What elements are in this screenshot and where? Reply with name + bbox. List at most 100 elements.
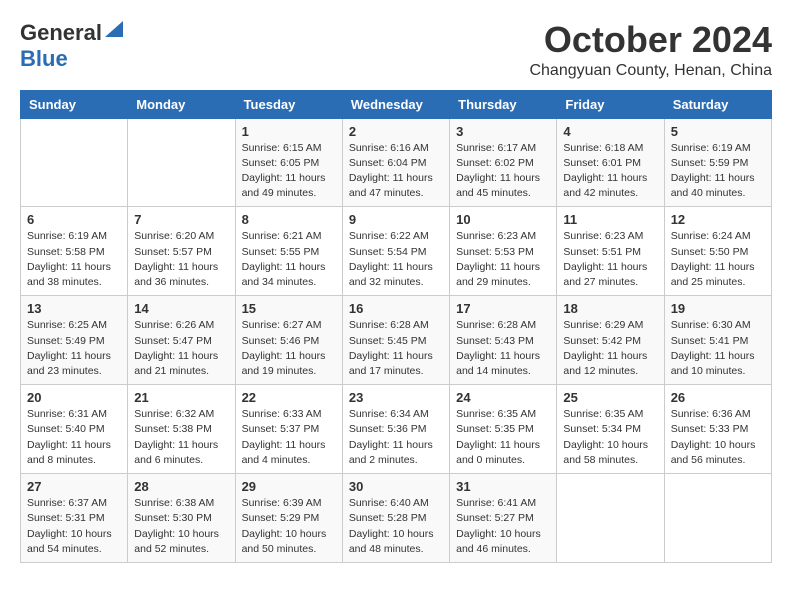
- calendar-cell: 22 Sunrise: 6:33 AM Sunset: 5:37 PM Dayli…: [235, 385, 342, 474]
- day-number: 3: [456, 124, 550, 139]
- day-number: 24: [456, 390, 550, 405]
- calendar-cell: 10 Sunrise: 6:23 AM Sunset: 5:53 PM Dayli…: [450, 207, 557, 296]
- day-number: 29: [242, 479, 336, 494]
- day-number: 1: [242, 124, 336, 139]
- calendar-cell: 14Sunrise: 6:26 AM Sunset: 5:47 PM Dayli…: [128, 296, 235, 385]
- calendar-cell: 13 Sunrise: 6:25 AM Sunset: 5:49 PM Dayli…: [21, 296, 128, 385]
- calendar-cell: 15 Sunrise: 6:27 AM Sunset: 5:46 PM Dayli…: [235, 296, 342, 385]
- calendar-cell: 18 Sunrise: 6:29 AM Sunset: 5:42 PM Dayli…: [557, 296, 664, 385]
- day-info: Sunrise: 6:39 AM Sunset: 5:29 PM Dayligh…: [242, 496, 336, 557]
- day-info: Sunrise: 6:32 AM Sunset: 5:38 PM Dayligh…: [134, 407, 228, 468]
- weekday-header-row: SundayMondayTuesdayWednesdayThursdayFrid…: [21, 90, 772, 118]
- calendar-cell: 9 Sunrise: 6:22 AM Sunset: 5:54 PM Daylig…: [342, 207, 449, 296]
- calendar-cell: 31Sunrise: 6:41 AM Sunset: 5:27 PM Dayli…: [450, 474, 557, 563]
- day-number: 14: [134, 301, 228, 316]
- weekday-saturday: Saturday: [664, 90, 771, 118]
- day-info: Sunrise: 6:23 AM Sunset: 5:53 PM Dayligh…: [456, 229, 550, 290]
- day-info: Sunrise: 6:28 AM Sunset: 5:45 PM Dayligh…: [349, 318, 443, 379]
- weekday-friday: Friday: [557, 90, 664, 118]
- day-number: 26: [671, 390, 765, 405]
- day-info: Sunrise: 6:33 AM Sunset: 5:37 PM Dayligh…: [242, 407, 336, 468]
- day-number: 28: [134, 479, 228, 494]
- day-info: Sunrise: 6:40 AM Sunset: 5:28 PM Dayligh…: [349, 496, 443, 557]
- calendar-body: 1 Sunrise: 6:15 AM Sunset: 6:05 PM Daylig…: [21, 118, 772, 562]
- day-number: 22: [242, 390, 336, 405]
- day-number: 8: [242, 212, 336, 227]
- day-info: Sunrise: 6:34 AM Sunset: 5:36 PM Dayligh…: [349, 407, 443, 468]
- day-info: Sunrise: 6:31 AM Sunset: 5:40 PM Dayligh…: [27, 407, 121, 468]
- day-number: 13: [27, 301, 121, 316]
- day-info: Sunrise: 6:23 AM Sunset: 5:51 PM Dayligh…: [563, 229, 657, 290]
- calendar-cell: [664, 474, 771, 563]
- week-row-4: 20Sunrise: 6:31 AM Sunset: 5:40 PM Dayli…: [21, 385, 772, 474]
- day-info: Sunrise: 6:29 AM Sunset: 5:42 PM Dayligh…: [563, 318, 657, 379]
- calendar-cell: [128, 118, 235, 207]
- day-number: 17: [456, 301, 550, 316]
- calendar-cell: 21Sunrise: 6:32 AM Sunset: 5:38 PM Dayli…: [128, 385, 235, 474]
- calendar-cell: 20Sunrise: 6:31 AM Sunset: 5:40 PM Dayli…: [21, 385, 128, 474]
- logo: General Blue: [20, 20, 123, 72]
- day-number: 15: [242, 301, 336, 316]
- calendar-cell: 19 Sunrise: 6:30 AM Sunset: 5:41 PM Dayli…: [664, 296, 771, 385]
- day-info: Sunrise: 6:37 AM Sunset: 5:31 PM Dayligh…: [27, 496, 121, 557]
- day-info: Sunrise: 6:38 AM Sunset: 5:30 PM Dayligh…: [134, 496, 228, 557]
- calendar-cell: 17Sunrise: 6:28 AM Sunset: 5:43 PM Dayli…: [450, 296, 557, 385]
- day-info: Sunrise: 6:27 AM Sunset: 5:46 PM Dayligh…: [242, 318, 336, 379]
- day-info: Sunrise: 6:15 AM Sunset: 6:05 PM Dayligh…: [242, 141, 336, 202]
- day-info: Sunrise: 6:22 AM Sunset: 5:54 PM Dayligh…: [349, 229, 443, 290]
- day-info: Sunrise: 6:41 AM Sunset: 5:27 PM Dayligh…: [456, 496, 550, 557]
- day-number: 19: [671, 301, 765, 316]
- calendar-cell: 28 Sunrise: 6:38 AM Sunset: 5:30 PM Dayli…: [128, 474, 235, 563]
- calendar-cell: 3Sunrise: 6:17 AM Sunset: 6:02 PM Daylig…: [450, 118, 557, 207]
- week-row-3: 13 Sunrise: 6:25 AM Sunset: 5:49 PM Dayli…: [21, 296, 772, 385]
- day-info: Sunrise: 6:35 AM Sunset: 5:34 PM Dayligh…: [563, 407, 657, 468]
- day-number: 25: [563, 390, 657, 405]
- calendar-cell: 11 Sunrise: 6:23 AM Sunset: 5:51 PM Dayli…: [557, 207, 664, 296]
- logo-arrow: [105, 21, 123, 42]
- calendar-cell: 29 Sunrise: 6:39 AM Sunset: 5:29 PM Dayli…: [235, 474, 342, 563]
- calendar-cell: 12Sunrise: 6:24 AM Sunset: 5:50 PM Dayli…: [664, 207, 771, 296]
- calendar-cell: 6 Sunrise: 6:19 AM Sunset: 5:58 PM Daylig…: [21, 207, 128, 296]
- location-title: Changyuan County, Henan, China: [529, 62, 772, 80]
- day-number: 9: [349, 212, 443, 227]
- calendar-cell: 4Sunrise: 6:18 AM Sunset: 6:01 PM Daylig…: [557, 118, 664, 207]
- calendar-cell: 5Sunrise: 6:19 AM Sunset: 5:59 PM Daylig…: [664, 118, 771, 207]
- day-number: 16: [349, 301, 443, 316]
- calendar-cell: 24 Sunrise: 6:35 AM Sunset: 5:35 PM Dayli…: [450, 385, 557, 474]
- day-info: Sunrise: 6:16 AM Sunset: 6:04 PM Dayligh…: [349, 141, 443, 202]
- month-title: October 2024: [529, 20, 772, 60]
- calendar-cell: 27 Sunrise: 6:37 AM Sunset: 5:31 PM Dayli…: [21, 474, 128, 563]
- day-number: 11: [563, 212, 657, 227]
- weekday-sunday: Sunday: [21, 90, 128, 118]
- day-number: 27: [27, 479, 121, 494]
- calendar-cell: 2Sunrise: 6:16 AM Sunset: 6:04 PM Daylig…: [342, 118, 449, 207]
- day-number: 23: [349, 390, 443, 405]
- calendar-table: SundayMondayTuesdayWednesdayThursdayFrid…: [20, 90, 772, 563]
- day-number: 30: [349, 479, 443, 494]
- day-number: 6: [27, 212, 121, 227]
- weekday-wednesday: Wednesday: [342, 90, 449, 118]
- logo-blue: Blue: [20, 46, 68, 71]
- day-info: Sunrise: 6:19 AM Sunset: 5:58 PM Dayligh…: [27, 229, 121, 290]
- day-info: Sunrise: 6:25 AM Sunset: 5:49 PM Dayligh…: [27, 318, 121, 379]
- calendar-cell: 16 Sunrise: 6:28 AM Sunset: 5:45 PM Dayli…: [342, 296, 449, 385]
- day-info: Sunrise: 6:30 AM Sunset: 5:41 PM Dayligh…: [671, 318, 765, 379]
- day-number: 18: [563, 301, 657, 316]
- day-info: Sunrise: 6:20 AM Sunset: 5:57 PM Dayligh…: [134, 229, 228, 290]
- weekday-monday: Monday: [128, 90, 235, 118]
- day-info: Sunrise: 6:18 AM Sunset: 6:01 PM Dayligh…: [563, 141, 657, 202]
- calendar-cell: [557, 474, 664, 563]
- week-row-1: 1 Sunrise: 6:15 AM Sunset: 6:05 PM Daylig…: [21, 118, 772, 207]
- calendar-cell: 26Sunrise: 6:36 AM Sunset: 5:33 PM Dayli…: [664, 385, 771, 474]
- weekday-thursday: Thursday: [450, 90, 557, 118]
- calendar-cell: 23 Sunrise: 6:34 AM Sunset: 5:36 PM Dayli…: [342, 385, 449, 474]
- day-info: Sunrise: 6:19 AM Sunset: 5:59 PM Dayligh…: [671, 141, 765, 202]
- day-info: Sunrise: 6:24 AM Sunset: 5:50 PM Dayligh…: [671, 229, 765, 290]
- calendar-cell: 30 Sunrise: 6:40 AM Sunset: 5:28 PM Dayli…: [342, 474, 449, 563]
- calendar-cell: 25 Sunrise: 6:35 AM Sunset: 5:34 PM Dayli…: [557, 385, 664, 474]
- day-number: 10: [456, 212, 550, 227]
- day-info: Sunrise: 6:35 AM Sunset: 5:35 PM Dayligh…: [456, 407, 550, 468]
- logo-general: General: [20, 20, 102, 46]
- calendar-cell: 1 Sunrise: 6:15 AM Sunset: 6:05 PM Daylig…: [235, 118, 342, 207]
- calendar-cell: 8Sunrise: 6:21 AM Sunset: 5:55 PM Daylig…: [235, 207, 342, 296]
